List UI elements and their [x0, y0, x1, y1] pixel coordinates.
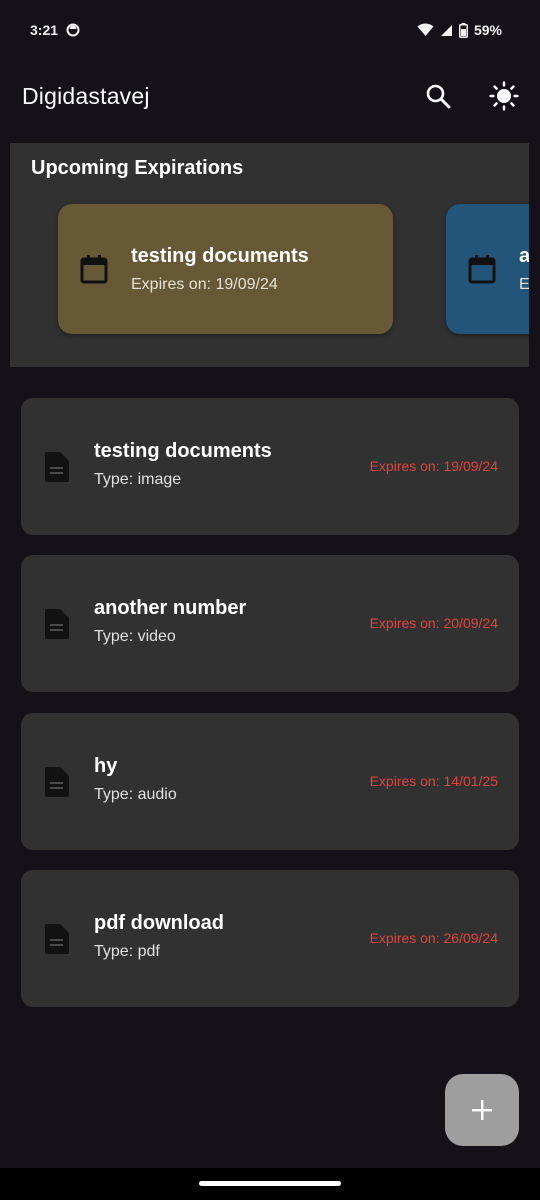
document-card[interactable]: testing documents Type: image Expires on…: [21, 398, 519, 535]
document-card[interactable]: hy Type: audio Expires on: 14/01/25: [21, 713, 519, 850]
notification-icon: [66, 23, 80, 37]
expiration-card-texts: a E: [519, 245, 529, 294]
app-title: Digidastavej: [22, 82, 150, 109]
document-texts: hy Type: audio: [94, 755, 177, 804]
document-expiry: Expires on: 19/09/24: [369, 458, 498, 474]
document-icon: [45, 609, 69, 639]
status-right: 59%: [417, 22, 502, 38]
document-name: hy: [94, 755, 118, 777]
home-gesture-handle[interactable]: [199, 1181, 341, 1186]
section-title: Upcoming Expirations: [31, 157, 244, 179]
document-icon: [45, 452, 69, 482]
add-document-button[interactable]: [445, 1074, 519, 1146]
document-type: Type: pdf: [94, 943, 160, 960]
battery-percent: 59%: [473, 22, 502, 38]
expiration-card-name: testing documents: [131, 244, 309, 267]
expiration-card-name: a: [519, 244, 529, 267]
add-icon: [472, 1100, 492, 1120]
document-type: Type: video: [94, 628, 176, 645]
document-expiry: Expires on: 20/09/24: [369, 615, 498, 631]
navigation-bar: [0, 1168, 540, 1200]
status-time: 3:21: [30, 22, 59, 38]
document-texts: another number Type: video: [94, 597, 246, 646]
search-button[interactable]: [420, 78, 456, 114]
document-card[interactable]: pdf download Type: pdf Expires on: 26/09…: [21, 870, 519, 1007]
document-name: pdf download: [94, 912, 224, 934]
document-name: testing documents: [94, 440, 272, 462]
document-type: Type: image: [94, 471, 182, 488]
document-icon: [45, 924, 69, 954]
signal-icon: [440, 24, 452, 36]
calendar-icon: [80, 255, 108, 284]
status-bar: 3:21 59%: [0, 0, 540, 60]
document-expiry: Expires on: 26/09/24: [369, 930, 498, 946]
document-expiry: Expires on: 14/01/25: [369, 773, 498, 789]
app-bar: Digidastavej: [0, 60, 540, 132]
battery-icon: [458, 22, 468, 38]
calendar-icon: [468, 255, 496, 284]
document-name: another number: [94, 597, 247, 619]
expiration-card-date: Expires on: 19/09/24: [131, 275, 278, 293]
document-card[interactable]: another number Type: video Expires on: 2…: [21, 555, 519, 692]
theme-toggle-button[interactable]: [486, 78, 522, 114]
document-texts: pdf download Type: pdf: [94, 912, 224, 961]
status-left: 3:21: [30, 22, 80, 38]
brightness-icon: [489, 81, 519, 111]
app-actions: [420, 78, 522, 114]
search-icon: [426, 84, 451, 109]
document-type: Type: audio: [94, 786, 177, 803]
expiration-card-texts: testing documents Expires on: 19/09/24: [131, 245, 309, 294]
wifi-icon: [417, 23, 434, 36]
document-icon: [45, 767, 69, 797]
expiration-card[interactable]: testing documents Expires on: 19/09/24: [58, 204, 393, 334]
document-texts: testing documents Type: image: [94, 440, 272, 489]
expiration-card[interactable]: a E: [446, 204, 529, 334]
expiration-card-date: E: [519, 275, 529, 293]
upcoming-expirations-section: Upcoming Expirations testing documents E…: [10, 143, 529, 367]
